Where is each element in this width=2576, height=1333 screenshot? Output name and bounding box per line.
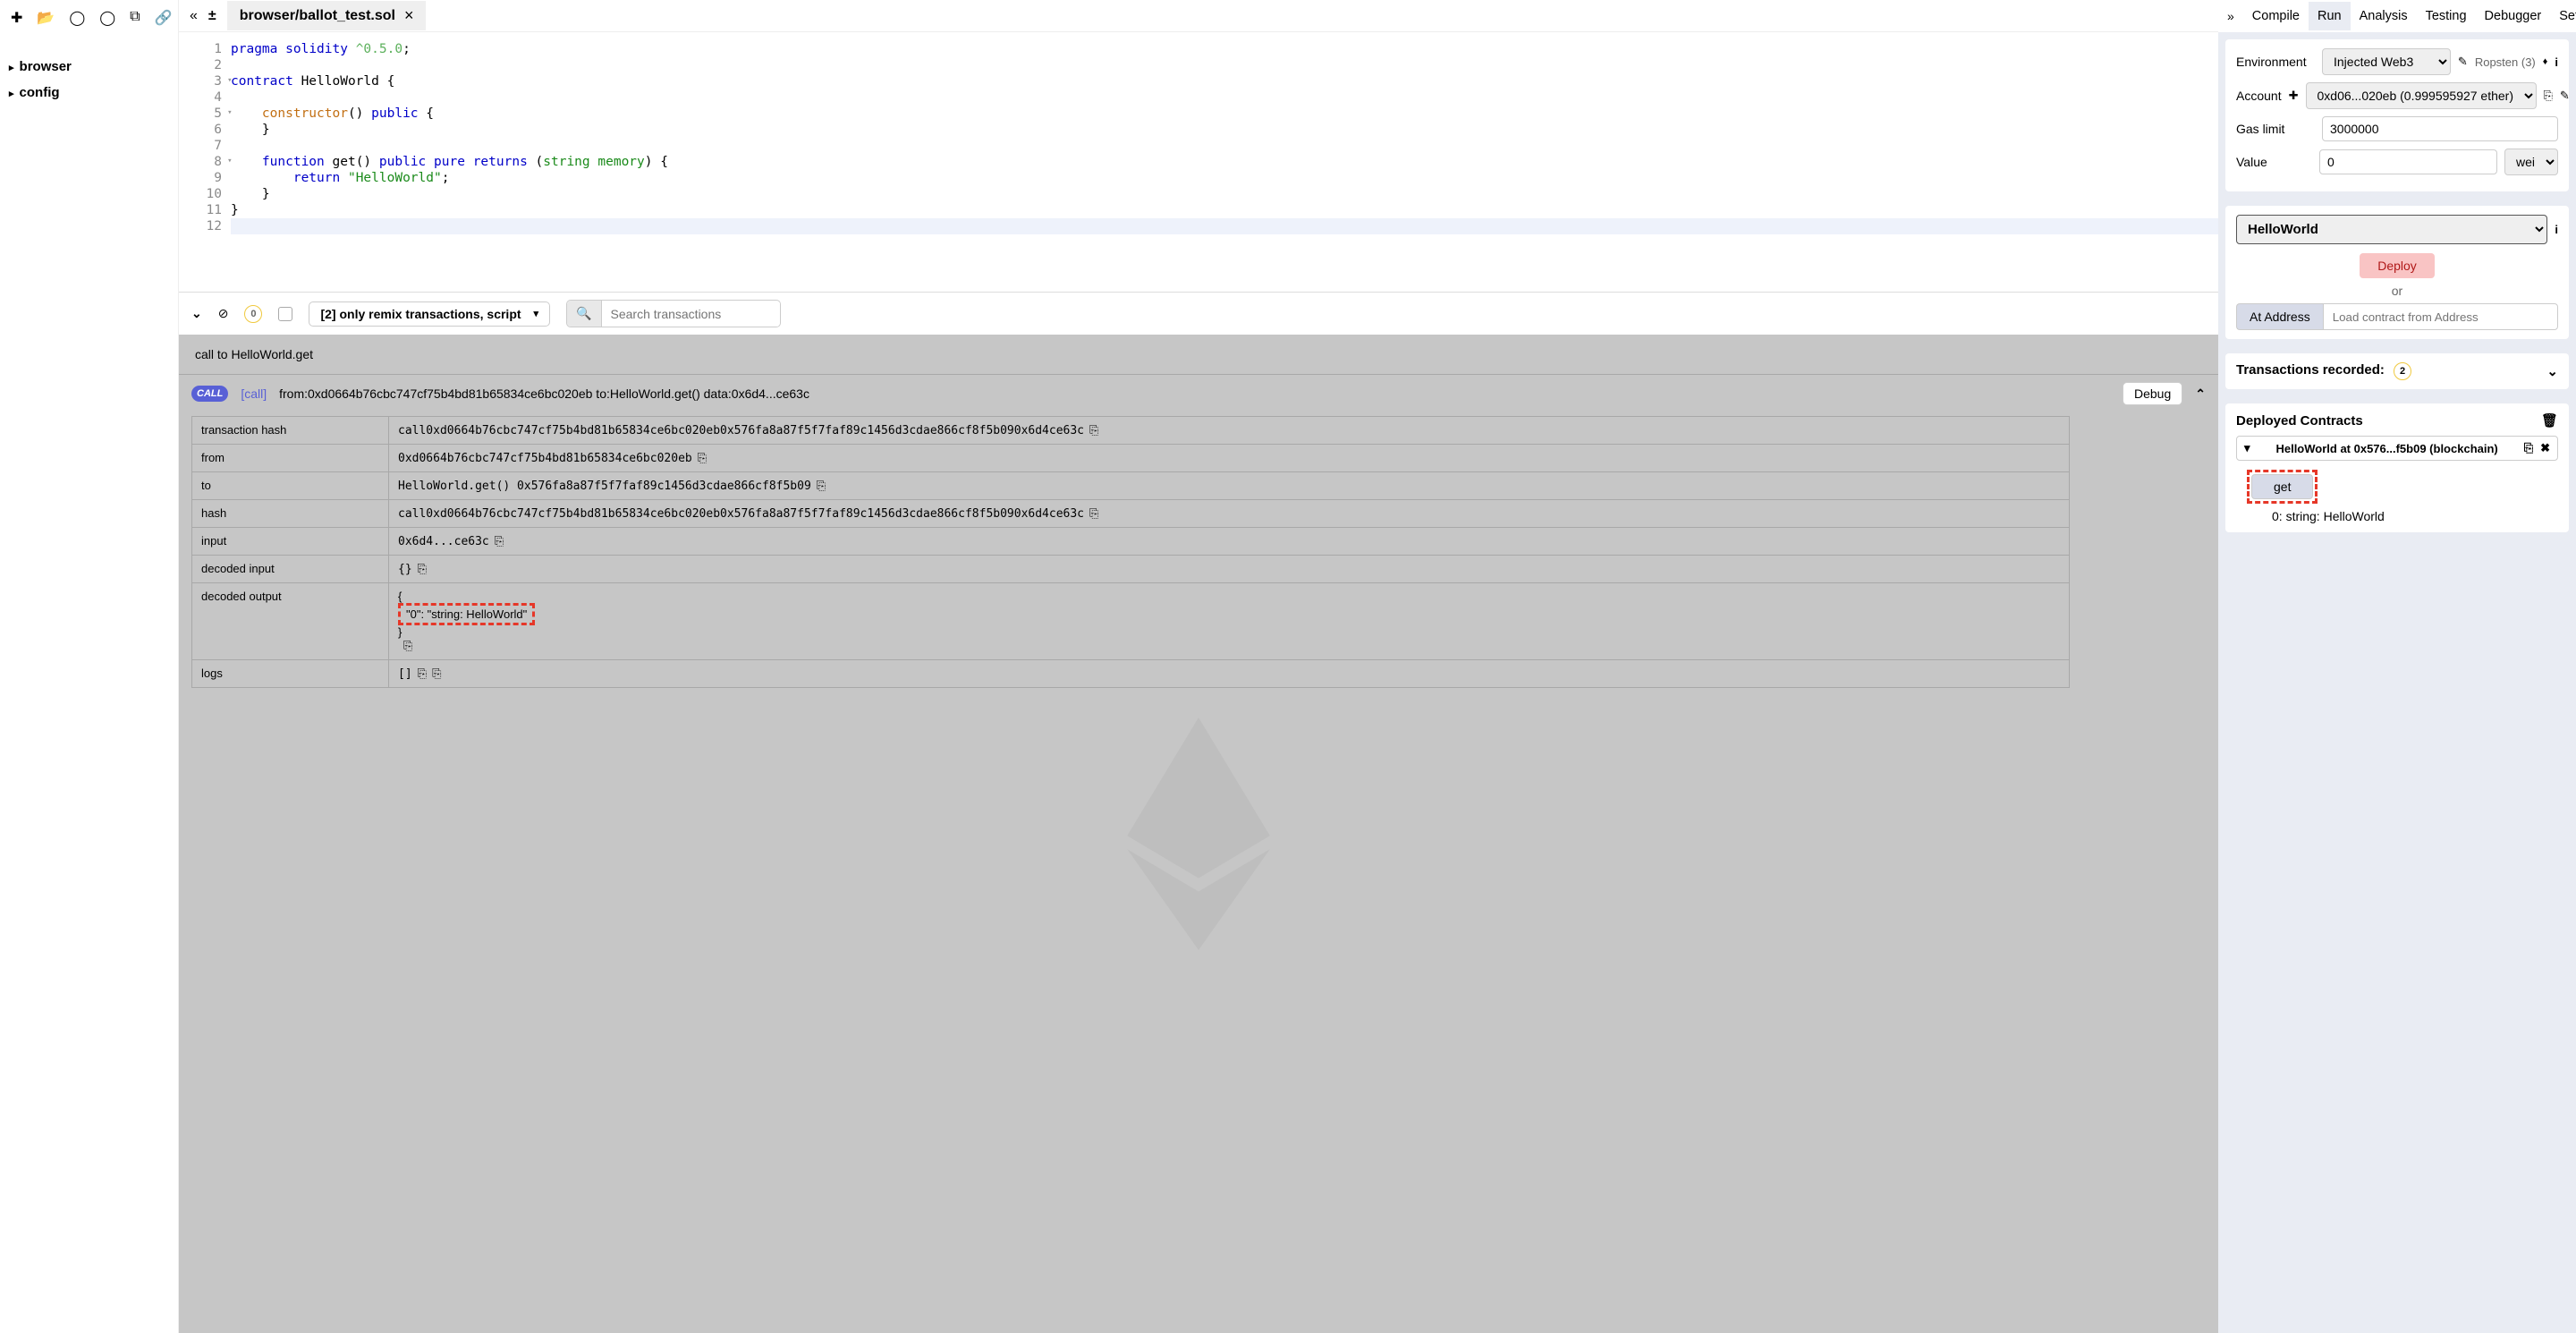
deploy-section: HelloWorld i Deploy or At Address: [2225, 206, 2569, 339]
listen-checkbox[interactable]: [278, 307, 292, 321]
tx-count-badge: 2: [2394, 362, 2411, 380]
search-transactions: 🔍: [566, 300, 781, 327]
github-icon[interactable]: ◯: [69, 9, 85, 27]
copy-files-icon[interactable]: ⧉: [130, 9, 140, 27]
value-unit-select[interactable]: wei: [2504, 149, 2558, 175]
network-label: Ropsten (3): [2475, 55, 2536, 69]
caret-down-icon[interactable]: ▾: [2244, 441, 2250, 455]
terminal-toolbar: ⌄ ⊘ 0 [2] only remix transactions, scrip…: [179, 292, 2218, 335]
trash-icon[interactable]: 🗑: [2541, 412, 2558, 429]
github-icon-2[interactable]: ◯: [99, 9, 115, 27]
link-icon[interactable]: 🔗: [155, 9, 173, 27]
folder-browser[interactable]: browser: [9, 54, 169, 80]
chevron-down-icon[interactable]: ⌄: [2546, 363, 2558, 379]
at-address-button[interactable]: At Address: [2236, 303, 2323, 330]
deployed-contracts-section: Deployed Contracts 🗑 ▾ HelloWorld at 0x5…: [2225, 403, 2569, 532]
expand-icon[interactable]: ⌄: [191, 306, 202, 321]
sidebar-icon-row: ✚ 📂 ◯ ◯ ⧉ 🔗: [0, 0, 178, 36]
account-select[interactable]: 0xd06...020eb (0.999595927 ether): [2306, 82, 2537, 109]
nav-analysis[interactable]: Analysis: [2351, 2, 2417, 30]
chevron-left-icon[interactable]: «: [190, 8, 198, 24]
copy-icon[interactable]: ⎘: [495, 534, 504, 548]
main-area: « ± browser/ballot_test.sol × 1234567891…: [179, 0, 2218, 1333]
clear-icon[interactable]: ⊘: [218, 306, 229, 321]
gas-limit-input[interactable]: [2322, 116, 2558, 141]
get-function-button[interactable]: get: [2251, 474, 2313, 499]
tx-filter-dropdown[interactable]: [2] only remix transactions, script: [309, 301, 550, 327]
call-tag: [call]: [241, 386, 267, 401]
debug-button[interactable]: Debug: [2123, 382, 2182, 405]
or-text: or: [2236, 284, 2558, 298]
copy-icon[interactable]: ⎘: [1089, 506, 1098, 521]
editor-tab-bar: « ± browser/ballot_test.sol ×: [179, 0, 2218, 32]
pending-badge: 0: [244, 305, 262, 323]
contract-select[interactable]: HelloWorld: [2236, 215, 2547, 244]
nav-debugger[interactable]: Debugger: [2476, 2, 2551, 30]
call-summary-row[interactable]: CALL [call] from:0xd0664b76cbc747cf75b4b…: [179, 375, 2218, 412]
copy-account-icon[interactable]: ⎘: [2544, 89, 2553, 103]
deployed-contract-row[interactable]: ▾ HelloWorld at 0x576...f5b09 (blockchai…: [2236, 436, 2558, 461]
code-editor[interactable]: 123456789101112 pragma solidity ^0.5.0;c…: [179, 32, 2218, 292]
copy-icon[interactable]: ⎘: [1089, 423, 1098, 437]
search-icon[interactable]: 🔍: [567, 301, 601, 327]
deploy-button[interactable]: Deploy: [2360, 253, 2435, 278]
share-icon[interactable]: ✎: [2458, 55, 2468, 69]
nav-compile[interactable]: Compile: [2243, 2, 2309, 30]
copy-icon[interactable]: ⎘: [418, 666, 427, 681]
copy-icon[interactable]: ⎘: [432, 666, 441, 681]
nav-testing[interactable]: Testing: [2417, 2, 2476, 30]
nav-overflow-icon[interactable]: »: [2218, 9, 2243, 23]
plus-account-icon[interactable]: ✚: [2289, 89, 2299, 103]
gas-label: Gas limit: [2236, 122, 2315, 136]
editor-tab-active[interactable]: browser/ballot_test.sol ×: [227, 1, 427, 30]
nav-settings[interactable]: Settings: [2550, 2, 2576, 30]
edit-account-icon[interactable]: ✎: [2560, 89, 2570, 103]
tab-title: browser/ballot_test.sol: [240, 8, 395, 24]
at-address-input[interactable]: [2323, 303, 2558, 330]
info-icon[interactable]: i: [2555, 223, 2558, 236]
env-label: Environment: [2236, 55, 2315, 69]
run-config-section: Environment Injected Web3 ✎ Ropsten (3) …: [2225, 39, 2569, 191]
file-tree: browser config: [0, 36, 178, 123]
close-tab-icon[interactable]: ×: [404, 6, 414, 25]
deployed-contracts-label: Deployed Contracts: [2236, 413, 2363, 429]
nav-run[interactable]: Run: [2309, 2, 2351, 30]
copy-icon[interactable]: ⎘: [418, 562, 427, 576]
copy-address-icon[interactable]: ⎘: [2524, 441, 2533, 455]
search-transactions-input[interactable]: [602, 301, 782, 327]
call-badge: CALL: [191, 386, 228, 402]
terminal: call to HelloWorld.get CALL [call] from:…: [179, 335, 2218, 1333]
call-title: call to HelloWorld.get: [179, 335, 2218, 375]
top-nav: » CompileRunAnalysisTestingDebuggerSetti…: [2218, 0, 2576, 32]
file-explorer-sidebar: ✚ 📂 ◯ ◯ ⧉ 🔗 browser config: [0, 0, 179, 1333]
right-panel: » CompileRunAnalysisTestingDebuggerSetti…: [2218, 0, 2576, 1333]
folder-config[interactable]: config: [9, 80, 169, 106]
collapse-icon[interactable]: ⌃: [2195, 386, 2206, 402]
new-file-icon[interactable]: ✚: [11, 9, 22, 27]
account-label: Account: [2236, 89, 2282, 103]
copy-icon[interactable]: ⎘: [403, 639, 412, 653]
tx-recorded-section[interactable]: Transactions recorded: 2 ⌄: [2225, 353, 2569, 389]
highlight-get-button: get: [2247, 470, 2318, 504]
value-amount-input[interactable]: [2319, 149, 2497, 174]
deployed-contract-label: HelloWorld at 0x576...f5b09 (blockchain): [2258, 442, 2517, 455]
call-summary: from:0xd0664b76cbc747cf75b4bd81b65834ce6…: [279, 386, 809, 401]
info-icon[interactable]: i: [2555, 55, 2558, 69]
folder-open-icon[interactable]: 📂: [37, 9, 55, 27]
transaction-details-table: transaction hashcall0xd0664b76cbc747cf75…: [191, 416, 2070, 688]
get-result: 0: string: HelloWorld: [2272, 509, 2558, 523]
environment-select[interactable]: Injected Web3: [2322, 48, 2451, 75]
copy-icon[interactable]: ⎘: [817, 479, 826, 493]
copy-icon[interactable]: ⎘: [698, 451, 707, 465]
remove-contract-icon[interactable]: ✖: [2540, 441, 2550, 455]
plus-icon[interactable]: ±: [208, 8, 216, 24]
value-label: Value: [2236, 155, 2312, 169]
